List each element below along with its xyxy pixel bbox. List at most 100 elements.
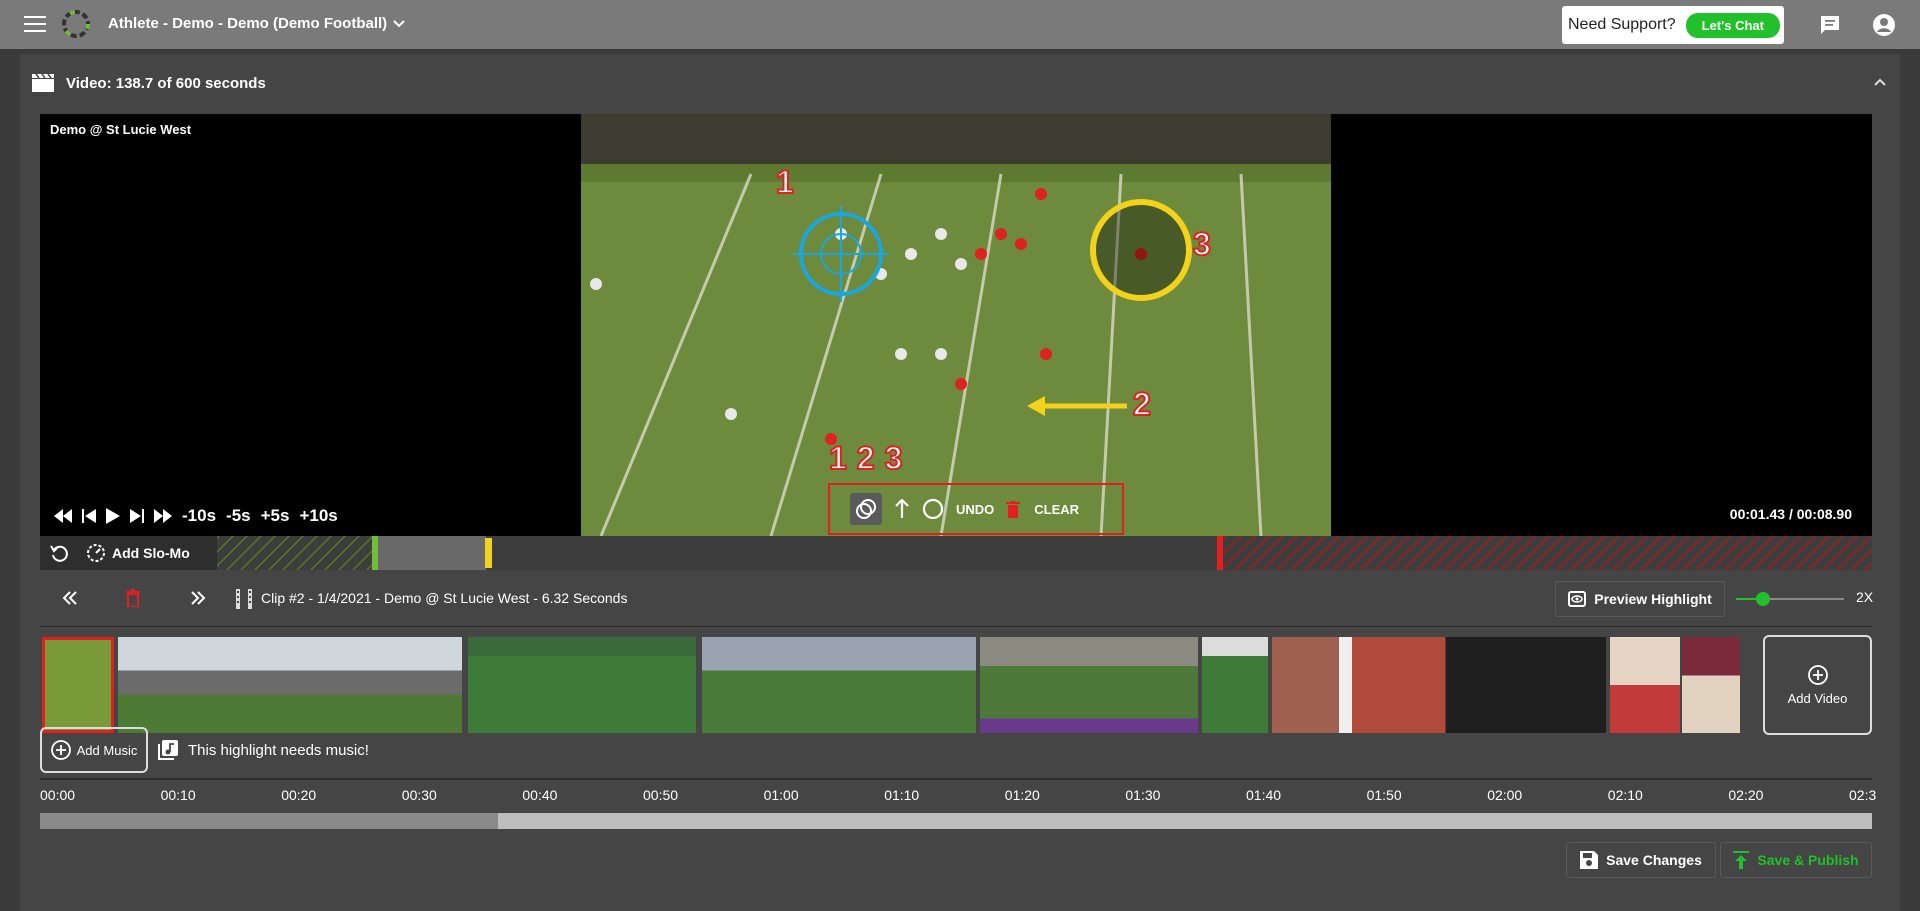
collapse-icon[interactable] bbox=[1872, 74, 1888, 90]
save-label: Save Changes bbox=[1606, 852, 1702, 868]
drawing-toolbar: UNDO CLEAR bbox=[828, 483, 1124, 535]
clear-label: CLEAR bbox=[1034, 501, 1080, 517]
circle-tool-button[interactable] bbox=[922, 498, 944, 520]
clip-thumbnail[interactable] bbox=[1610, 637, 1680, 733]
clip-thumbnail[interactable] bbox=[468, 637, 696, 733]
clip-thumbnail[interactable] bbox=[118, 637, 462, 733]
clip-thumbnail[interactable] bbox=[1682, 637, 1740, 733]
timeline-tick: 02:20 bbox=[1728, 787, 1764, 803]
timeline-tick: 01:20 bbox=[1004, 787, 1040, 803]
timeline-tick: 00:20 bbox=[281, 787, 317, 803]
speed-label: 2X bbox=[1856, 589, 1874, 605]
chevron-down-icon bbox=[393, 19, 405, 27]
add-music-label: Add Music bbox=[76, 742, 138, 758]
team-title: Athlete - Demo - Demo (Demo Football) bbox=[108, 15, 388, 32]
account-icon[interactable] bbox=[1872, 13, 1896, 37]
timeline-tick: 00:00 bbox=[40, 787, 76, 803]
film-icon bbox=[236, 589, 252, 609]
speed-slider[interactable] bbox=[1736, 592, 1844, 606]
highlight-circle bbox=[1090, 199, 1192, 301]
clip-thumbnail[interactable] bbox=[1272, 637, 1606, 733]
trim-controls: Add Slo-Mo bbox=[40, 536, 217, 570]
skip-back-10-button[interactable]: -10s bbox=[182, 506, 216, 526]
tool-label-1: 1 bbox=[828, 439, 848, 477]
timeline-tick: 00:30 bbox=[401, 787, 437, 803]
save-icon bbox=[1580, 851, 1599, 869]
clip-thumbnail[interactable] bbox=[42, 637, 114, 733]
add-video-label: Add Video bbox=[1787, 690, 1848, 706]
timeline-tick: 01:30 bbox=[1125, 787, 1161, 803]
undo-button[interactable]: UNDO bbox=[956, 502, 994, 517]
timeline-track[interactable] bbox=[40, 813, 1872, 829]
fast-forward-button[interactable] bbox=[154, 509, 172, 523]
music-row: Add Music This highlight needs music! bbox=[40, 727, 369, 773]
play-button[interactable] bbox=[106, 508, 120, 524]
music-library-icon bbox=[158, 740, 178, 760]
timeline-tick: 02:3 bbox=[1849, 787, 1877, 803]
tool-label-2: 2 bbox=[856, 439, 876, 477]
clear-button[interactable]: CLEAR bbox=[1006, 500, 1080, 518]
trim-track[interactable] bbox=[217, 536, 1872, 570]
next-clip-icon[interactable] bbox=[190, 591, 206, 605]
timeline-tick: 00:10 bbox=[160, 787, 196, 803]
video-duration-label: Video: 138.7 of 600 seconds bbox=[66, 74, 266, 92]
preview-label: Preview Highlight bbox=[1594, 591, 1712, 607]
prev-frame-button[interactable] bbox=[82, 509, 96, 523]
timeline-tick: 02:00 bbox=[1487, 787, 1523, 803]
menu-icon[interactable] bbox=[24, 16, 46, 32]
timeline-progress bbox=[40, 813, 498, 829]
video-editor-panel: Video: 138.7 of 600 seconds Demo @ St Lu… bbox=[20, 54, 1900, 911]
skip-back-5-button[interactable]: -5s bbox=[226, 506, 251, 526]
add-slomo-button[interactable]: Add Slo-Mo bbox=[86, 543, 190, 563]
timeline-tick: 01:10 bbox=[884, 787, 920, 803]
spotlight-tool-button[interactable] bbox=[850, 493, 882, 525]
timeline-tick: 00:40 bbox=[522, 787, 558, 803]
video-header: Video: 138.7 of 600 seconds bbox=[32, 74, 266, 92]
overlay-label-3: 3 bbox=[1192, 225, 1212, 263]
support-text: Need Support? bbox=[1568, 16, 1676, 33]
delete-clip-icon[interactable] bbox=[126, 589, 140, 607]
team-selector[interactable]: Athlete - Demo - Demo (Demo Football) bbox=[108, 15, 405, 32]
slomo-label: Add Slo-Mo bbox=[112, 545, 190, 561]
plus-circle-icon bbox=[1807, 664, 1828, 685]
tool-labels: 1 2 3 bbox=[828, 439, 904, 477]
timeline-tick: 01:50 bbox=[1366, 787, 1402, 803]
skip-forward-5-button[interactable]: +5s bbox=[261, 506, 290, 526]
rewind-button[interactable] bbox=[54, 509, 72, 523]
timeline-tick: 00:50 bbox=[643, 787, 679, 803]
clip-thumbnail[interactable] bbox=[980, 637, 1198, 733]
clip-thumbnail[interactable] bbox=[702, 637, 976, 733]
clip-row: Clip #2 - 1/4/2021 - Demo @ St Lucie Wes… bbox=[20, 572, 1900, 626]
timeline-ruler: 00:00 00:10 00:20 00:30 00:40 00:50 01:00 01:10… bbox=[40, 778, 1876, 848]
timeline-tick: 02:10 bbox=[1607, 787, 1643, 803]
save-changes-button[interactable]: Save Changes bbox=[1566, 842, 1716, 878]
tool-label-3: 3 bbox=[884, 439, 904, 477]
reset-icon[interactable] bbox=[50, 544, 68, 562]
slomo-icon bbox=[87, 544, 105, 562]
trim-bar[interactable]: Add Slo-Mo bbox=[40, 536, 1872, 570]
skip-forward-10-button[interactable]: +10s bbox=[299, 506, 337, 526]
lets-chat-button[interactable]: Let's Chat bbox=[1685, 12, 1780, 38]
speed-slider-knob[interactable] bbox=[1756, 592, 1770, 606]
video-title: Demo @ St Lucie West bbox=[50, 122, 192, 137]
video-player[interactable]: Demo @ St Lucie West 1 3 2 1 2 3 -10s -5… bbox=[40, 114, 1872, 536]
trash-icon bbox=[1006, 500, 1021, 518]
messages-icon[interactable] bbox=[1818, 13, 1842, 37]
publish-label: Save & Publish bbox=[1757, 852, 1859, 868]
timeline-tick: 01:00 bbox=[763, 787, 799, 803]
next-frame-button[interactable] bbox=[130, 509, 144, 523]
video-frame[interactable]: 1 3 2 1 2 3 bbox=[581, 114, 1331, 536]
prev-clip-icon[interactable] bbox=[62, 591, 78, 605]
preview-highlight-button[interactable]: Preview Highlight bbox=[1555, 581, 1725, 617]
preview-icon bbox=[1568, 591, 1587, 607]
music-notice: This highlight needs music! bbox=[188, 741, 369, 759]
clip-info: Clip #2 - 1/4/2021 - Demo @ St Lucie Wes… bbox=[261, 590, 628, 606]
playback-controls: -10s -5s +5s +10s bbox=[54, 506, 338, 526]
plus-circle-icon bbox=[50, 740, 71, 760]
clip-thumbnail[interactable] bbox=[1202, 637, 1268, 733]
arrow-tool-button[interactable] bbox=[894, 499, 910, 519]
publish-icon bbox=[1733, 851, 1750, 869]
add-music-button[interactable]: Add Music bbox=[40, 727, 148, 773]
save-publish-button[interactable]: Save & Publish bbox=[1720, 842, 1872, 878]
add-video-button[interactable]: Add Video bbox=[1763, 635, 1872, 735]
